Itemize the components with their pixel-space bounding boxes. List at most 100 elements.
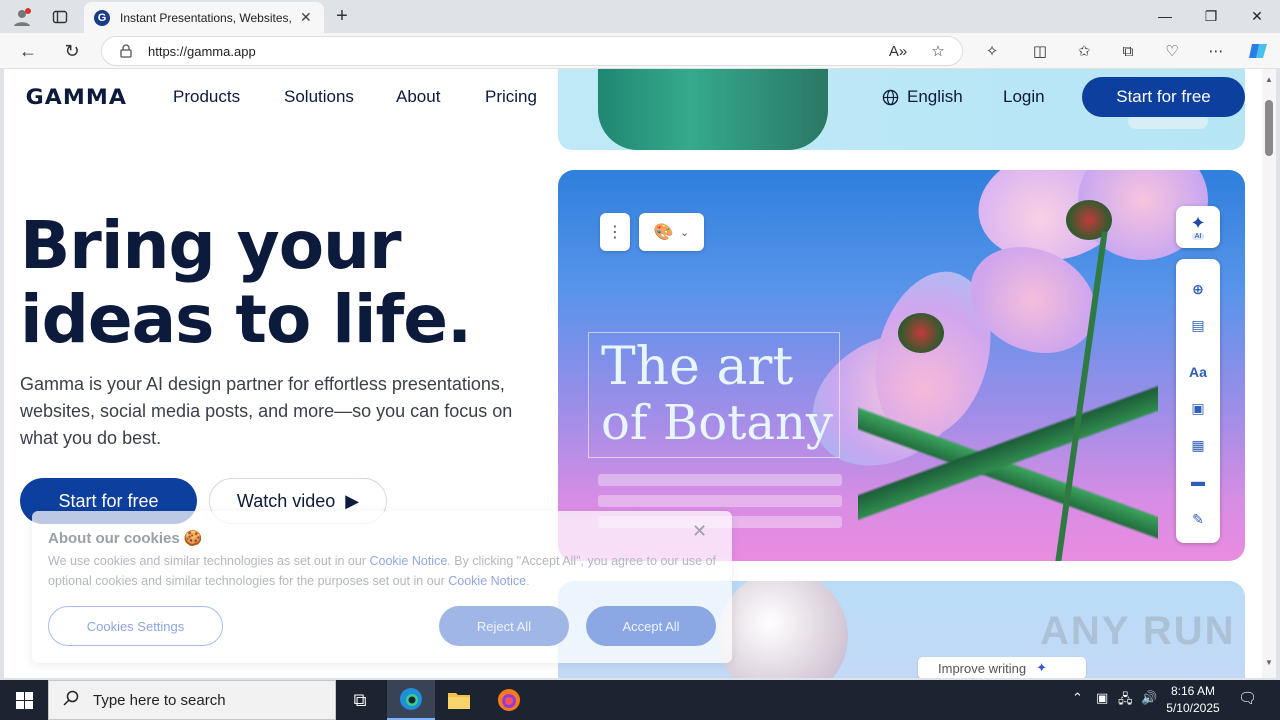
taskbar-clock[interactable]: 8:16 AM 5/10/2025 (1158, 683, 1228, 717)
scroll-thumb[interactable] (1265, 100, 1273, 156)
address-bar[interactable]: https://gamma.app (101, 36, 963, 66)
card-title-line1: The art (601, 337, 794, 397)
improve-writing-label: Improve writing (938, 660, 1027, 676)
favorite-star-icon[interactable]: ☆ (926, 40, 950, 62)
firefox-icon[interactable] (485, 680, 533, 720)
add-card-icon[interactable]: ⊕ (1188, 280, 1208, 298)
favorites-icon[interactable]: ✩ (1072, 40, 1096, 62)
leaves-graphic (858, 370, 1158, 561)
nav-products[interactable]: Products (173, 87, 240, 107)
search-icon (63, 690, 79, 710)
new-tab-button[interactable]: + (330, 4, 354, 28)
clock-time: 8:16 AM (1170, 684, 1216, 698)
cookies-settings-button[interactable]: Cookies Settings (48, 606, 223, 646)
cookie-close-icon[interactable]: ✕ (692, 521, 707, 542)
taskbar-search[interactable]: Type here to search (48, 680, 336, 720)
profile-icon[interactable] (8, 4, 36, 30)
cookie-banner: About our cookies 🍪 ✕ We use cookies and… (32, 511, 732, 663)
card-title-line2: of Botany (601, 395, 834, 451)
tray-device-icon[interactable]: ▣ (1096, 690, 1108, 706)
accept-all-button[interactable]: Accept All (586, 606, 716, 646)
windows-start-icon[interactable] (0, 680, 48, 720)
headline-line2: ideas to life. (20, 281, 472, 358)
chevron-down-icon: ⌄ (679, 226, 690, 239)
nav-about[interactable]: About (396, 87, 440, 107)
sparkle-icon: ✦ (1036, 660, 1048, 675)
theme-palette-dropdown[interactable]: 🎨 ⌄ (639, 213, 704, 251)
split-screen-icon[interactable]: ◫ (1028, 40, 1052, 62)
network-icon[interactable]: 🖧 (1118, 690, 1133, 712)
placeholder-line (598, 495, 842, 507)
reject-all-button[interactable]: Reject All (439, 606, 569, 646)
hero-subtext: Gamma is your AI design partner for effo… (20, 374, 513, 448)
more-menu-icon[interactable]: ⋯ (1204, 40, 1228, 62)
lock-icon (120, 44, 132, 58)
file-explorer-icon[interactable] (435, 680, 483, 720)
cloud-graphic (718, 581, 848, 678)
address-toolbar: ← ↻ https://gamma.app A» ☆ ✧ ◫ ✩ ⧉ ♡ ⋯ (0, 33, 1280, 69)
cookie-notice-link[interactable]: Cookie Notice (369, 554, 447, 568)
task-view-icon[interactable]: ⧉ (336, 680, 384, 720)
windows-taskbar: Type here to search ⧉ ⌃ ▣ 🖧 🔊 8:16 AM 5/… (0, 680, 1280, 720)
headline-line1: Bring your (20, 207, 402, 284)
browser-essentials-icon[interactable]: ♡ (1160, 40, 1184, 62)
image-icon[interactable]: ▣ (1188, 399, 1208, 417)
back-icon[interactable]: ← (14, 38, 42, 64)
tab-title: Instant Presentations, Websites, a (120, 10, 294, 25)
refresh-icon[interactable]: ↻ (58, 38, 86, 64)
nav-pricing[interactable]: Pricing (485, 87, 537, 107)
improve-writing-chip[interactable]: Improve writing ✦ (918, 657, 1086, 678)
extensions-icon[interactable]: ✧ (980, 40, 1004, 62)
scroll-up-icon[interactable]: ▲ (1264, 75, 1274, 85)
card-title-box[interactable]: The art of Botany (588, 332, 840, 458)
edge-taskbar-icon[interactable] (387, 680, 435, 720)
embed-icon[interactable]: ▬ (1188, 472, 1208, 490)
ai-tag: AI (1191, 233, 1205, 240)
sparkle-icon: ✦ (1190, 213, 1206, 233)
site-navbar: GAMMA Products Solutions About Pricing E… (4, 69, 1262, 127)
language-label: English (907, 87, 963, 106)
page-scrollbar[interactable]: ▲ ▼ (1262, 69, 1276, 678)
layout-icon[interactable]: ▤ (1188, 316, 1208, 334)
login-link[interactable]: Login (1003, 87, 1045, 107)
restore-icon[interactable]: ❐ (1188, 0, 1234, 32)
minimize-icon[interactable]: — (1142, 0, 1188, 32)
text-style-icon[interactable]: Aa (1188, 363, 1208, 381)
cookie-body: We use cookies and similar technologies … (48, 554, 717, 588)
collections-icon[interactable]: ⧉ (1116, 40, 1140, 62)
language-selector[interactable]: English (882, 87, 963, 107)
browser-tab-bar: G Instant Presentations, Websites, a ✕ +… (0, 0, 1280, 33)
video-icon[interactable]: ▦ (1188, 436, 1208, 454)
gamma-favicon-icon: G (94, 9, 110, 26)
browser-tab-gamma[interactable]: G Instant Presentations, Websites, a ✕ (84, 2, 324, 33)
hero-headline: Bring your ideas to life. (20, 207, 472, 358)
tab-actions-icon[interactable] (46, 4, 74, 30)
tab-close-icon[interactable]: ✕ (300, 9, 312, 26)
tray-chevron-icon[interactable]: ⌃ (1072, 690, 1083, 706)
edit-icon[interactable]: ✎ (1188, 510, 1208, 528)
volume-icon[interactable]: 🔊 (1141, 690, 1157, 706)
scroll-down-icon[interactable]: ▼ (1264, 658, 1274, 668)
anyrun-watermark: ANY RUN (1040, 609, 1236, 653)
card-menu-icon[interactable]: ⋮ (600, 213, 630, 251)
cookie-heading: About our cookies 🍪 (48, 530, 203, 547)
notification-icon[interactable]: 🗨 (1238, 689, 1257, 707)
card-side-toolbar: ⊕ ▤ Aa ▣ ▦ ▬ ✎ (1176, 259, 1220, 543)
gamma-logo[interactable]: GAMMA (26, 85, 127, 109)
play-icon: ▶ (345, 490, 360, 511)
watch-video-label: Watch video (236, 490, 336, 511)
botany-preview-card: ⋮ 🎨 ⌄ The art of Botany ✦ AI ⊕ ▤ Aa ▣ ▦ … (558, 170, 1245, 561)
search-placeholder: Type here to search (93, 691, 226, 709)
web-page: ⋮ 🎨 ⌄ The art of Botany ✦ AI ⊕ ▤ Aa ▣ ▦ … (4, 69, 1262, 678)
nav-solutions[interactable]: Solutions (284, 87, 354, 107)
copilot-icon[interactable] (1246, 40, 1270, 62)
flower-center (898, 313, 944, 353)
globe-icon (882, 89, 899, 105)
read-aloud-icon[interactable]: A» (886, 40, 910, 62)
clock-date: 5/10/2025 (1166, 701, 1220, 715)
placeholder-line (598, 474, 842, 486)
ai-sparkle-button[interactable]: ✦ AI (1176, 206, 1220, 248)
window-close-icon[interactable]: ✕ (1234, 0, 1280, 32)
start-for-free-nav-button[interactable]: Start for free (1082, 77, 1245, 117)
cookie-notice-link[interactable]: Cookie Notice (448, 574, 526, 588)
